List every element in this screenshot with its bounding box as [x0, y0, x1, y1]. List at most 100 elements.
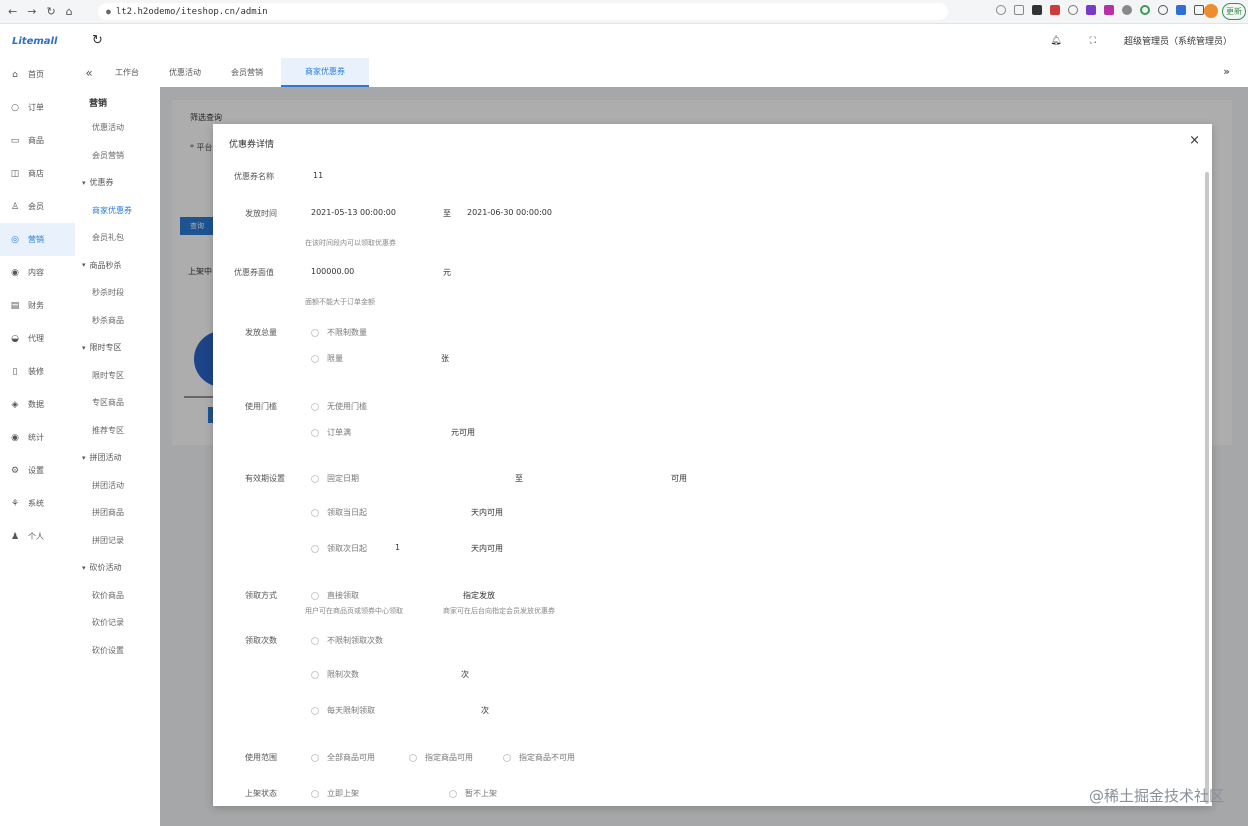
subnav-group[interactable]: 优惠券: [75, 169, 159, 197]
subnav-item[interactable]: 商家优惠券: [75, 197, 159, 225]
coupon-name-label: 优惠券名称: [234, 172, 274, 181]
sidebar-icon[interactable]: [1194, 5, 1204, 15]
system-icon: ⚘: [10, 498, 20, 509]
times-limited-radio[interactable]: 限制次数: [311, 669, 359, 680]
coupon-name-value[interactable]: 11: [313, 171, 323, 180]
sidebar-item-label: 代理: [28, 334, 44, 343]
extension-icon[interactable]: [1086, 5, 1096, 15]
subnav-group[interactable]: 砍价活动: [75, 554, 159, 582]
subnav-item[interactable]: 拼团商品: [75, 499, 159, 527]
scope-all-radio[interactable]: 全部商品可用: [311, 752, 375, 763]
sidebar-item[interactable]: ⚘ 系统: [0, 487, 75, 520]
issue-time-end[interactable]: 2021-06-30 00:00:00: [467, 208, 552, 217]
sidebar-item[interactable]: ♙ 会员: [0, 190, 75, 223]
sidebar-item[interactable]: ◎ 营销: [0, 223, 75, 256]
share-icon[interactable]: [996, 5, 1006, 15]
quota-limited-radio[interactable]: 限量: [311, 353, 343, 364]
extension-icon[interactable]: [1068, 5, 1078, 15]
forward-icon[interactable]: →: [27, 5, 36, 18]
fullscreen-icon[interactable]: ⛶: [1090, 36, 1096, 46]
tab[interactable]: 会员营销: [219, 58, 275, 87]
tab[interactable]: 商家优惠券: [281, 58, 369, 87]
close-icon[interactable]: ×: [1189, 133, 1200, 148]
validity-fixed-radio[interactable]: 固定日期: [311, 473, 359, 484]
order-icon: ○: [11, 102, 19, 113]
sidebar-item[interactable]: ▤ 财务: [0, 289, 75, 322]
home-browser-icon[interactable]: ⌂: [66, 5, 73, 18]
extension-icon[interactable]: [1032, 5, 1042, 15]
back-icon[interactable]: ←: [8, 5, 17, 18]
subnav-item[interactable]: 限时专区: [75, 362, 159, 390]
scope-excluded-radio[interactable]: 指定商品不可用: [503, 752, 575, 763]
sidebar-item[interactable]: ◉ 内容: [0, 256, 75, 289]
extension-icon[interactable]: [1104, 5, 1114, 15]
scope-included-radio[interactable]: 指定商品可用: [409, 752, 473, 763]
issue-time-start[interactable]: 2021-05-13 00:00:00: [311, 208, 396, 217]
subnav-item[interactable]: 砍价设置: [75, 637, 159, 665]
threshold-none-radio[interactable]: 无使用门槛: [311, 401, 367, 412]
quota-unlimited-radio[interactable]: 不限制数量: [311, 327, 367, 338]
profile-avatar[interactable]: [1204, 4, 1218, 18]
extension-icon[interactable]: [1050, 5, 1060, 15]
sidebar-item[interactable]: ◉ 统计: [0, 421, 75, 454]
sidebar-item[interactable]: ▭ 商品: [0, 124, 75, 157]
refresh-icon[interactable]: ↻: [92, 33, 103, 48]
side-nav: ⌂ 首页 ○ 订单 ▭ 商品 ◫ 商店 ♙ 会员 ◎ 营销 ◉ 内容 ▤ 财务 ◒ 代理 ▯ 装修 ◈ 数据 ◉ 统计 ⚙ 设置 ⚘…: [0, 58, 75, 553]
update-button[interactable]: 更新: [1222, 3, 1246, 20]
extension-icon[interactable]: [1140, 5, 1150, 15]
extension-icon[interactable]: [1176, 5, 1186, 15]
subnav-item[interactable]: 拼团活动: [75, 472, 159, 500]
sidebar-item[interactable]: ▯ 装修: [0, 355, 75, 388]
user-menu[interactable]: 超级管理员（系统管理员）: [1124, 34, 1232, 47]
validity-sameday-radio[interactable]: 领取当日起: [311, 507, 367, 518]
subnav-item[interactable]: 优惠活动: [75, 114, 159, 142]
header-actions: 🔔︎ ⛶ 超级管理员（系统管理员）: [1050, 34, 1232, 48]
extension-icon[interactable]: [1158, 5, 1168, 15]
tab[interactable]: 工作台: [103, 58, 151, 87]
subnav-item[interactable]: 拼团记录: [75, 527, 159, 555]
subnav-group[interactable]: 限时专区: [75, 334, 159, 362]
subnav-item[interactable]: 砍价商品: [75, 582, 159, 610]
times-unlimited-radio[interactable]: 不限制领取次数: [311, 635, 383, 646]
subnav-group[interactable]: 商品秒杀: [75, 252, 159, 280]
sidebar-item[interactable]: ◒ 代理: [0, 322, 75, 355]
subnav-item[interactable]: 秒杀商品: [75, 307, 159, 335]
modal-scrollbar[interactable]: [1205, 172, 1209, 804]
threshold-min-radio[interactable]: 订单满: [311, 427, 351, 438]
subnav-item[interactable]: 砍价记录: [75, 609, 159, 637]
sidebar-item[interactable]: ⚙ 设置: [0, 454, 75, 487]
status-online-radio[interactable]: 立即上架: [311, 788, 359, 799]
validity-nextday-radio[interactable]: 领取次日起: [311, 543, 367, 554]
star-icon[interactable]: [1014, 5, 1024, 15]
subnav-item[interactable]: 秒杀时段: [75, 279, 159, 307]
bell-icon[interactable]: 🔔︎: [1050, 36, 1061, 46]
amount-label: 优惠券面值: [234, 268, 274, 277]
stats-icon: ◉: [11, 432, 19, 443]
finance-icon: ▤: [10, 300, 20, 311]
times-daily-radio[interactable]: 每天限制领取: [311, 705, 375, 716]
validity-end-label: 可用: [671, 474, 687, 483]
collapse-icon[interactable]: «: [75, 66, 103, 80]
sub-nav: 营销 优惠活动会员营销优惠券商家优惠券会员礼包商品秒杀秒杀时段秒杀商品限时专区限…: [75, 90, 159, 664]
subnav-item[interactable]: 专区商品: [75, 389, 159, 417]
sidebar-item[interactable]: ◈ 数据: [0, 388, 75, 421]
reload-icon[interactable]: ↻: [46, 5, 55, 18]
sidebar-item[interactable]: ◫ 商店: [0, 157, 75, 190]
validity-nextday-days[interactable]: 1: [395, 543, 400, 552]
sidebar-item[interactable]: ⌂ 首页: [0, 58, 75, 91]
subnav-group[interactable]: 拼团活动: [75, 444, 159, 472]
tab[interactable]: 优惠活动: [157, 58, 213, 87]
amount-value[interactable]: 100000.00: [311, 267, 354, 276]
sidebar-item[interactable]: ○ 订单: [0, 91, 75, 124]
subnav-item[interactable]: 推荐专区: [75, 417, 159, 445]
address-bar[interactable]: ● lt2.h2odemo/iteshop.cn/admin: [98, 3, 948, 20]
claim-assigned-radio[interactable]: 指定发放: [463, 590, 495, 601]
claim-direct-radio[interactable]: 直接领取: [311, 590, 359, 601]
sidebar-item-label: 装修: [28, 367, 44, 376]
extension-icon[interactable]: [1122, 5, 1132, 15]
status-offline-radio[interactable]: 暂不上架: [449, 788, 497, 799]
more-tabs-icon[interactable]: »: [1223, 65, 1230, 78]
subnav-item[interactable]: 会员礼包: [75, 224, 159, 252]
sidebar-item[interactable]: ♟ 个人: [0, 520, 75, 553]
subnav-item[interactable]: 会员营销: [75, 142, 159, 170]
